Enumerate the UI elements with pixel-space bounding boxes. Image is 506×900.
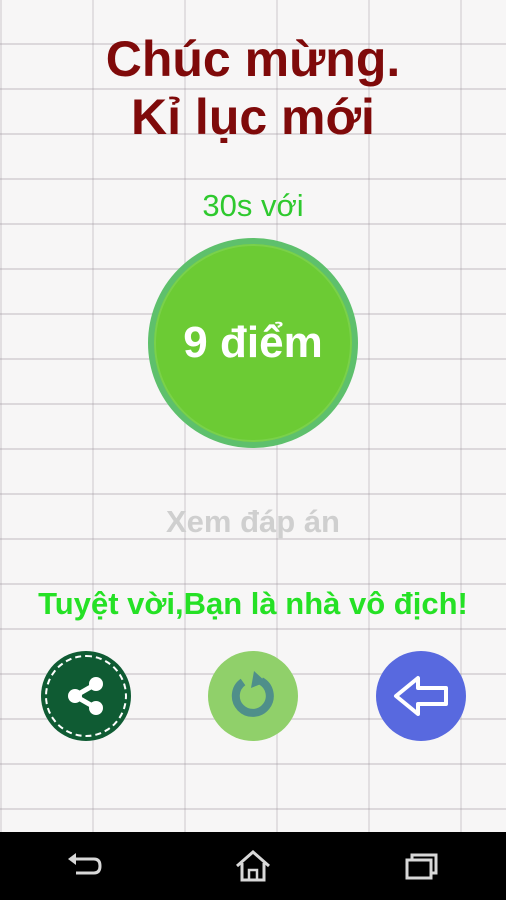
back-button[interactable] <box>376 651 466 741</box>
system-nav-bar <box>0 832 506 900</box>
page-title: Chúc mừng. Kỉ lục mới <box>0 30 506 146</box>
replay-icon <box>231 671 274 717</box>
replay-button[interactable] <box>208 651 298 741</box>
share-button[interactable] <box>41 651 131 741</box>
score-value: 9 điểm <box>183 318 323 367</box>
nav-home-icon <box>235 850 270 882</box>
congrats-message: Tuyệt vời,Bạn là nhà vô địch! <box>38 586 468 621</box>
nav-back-icon <box>68 853 102 875</box>
nav-recents-icon <box>405 853 438 880</box>
title-line-1: Chúc mừng. <box>105 31 401 87</box>
nav-home[interactable] <box>223 841 283 891</box>
time-label: 30s với <box>202 188 304 223</box>
title-line-2: Kỉ lục mới <box>131 89 375 145</box>
view-answers-link[interactable]: Xem đáp án <box>0 504 506 540</box>
nav-recents[interactable] <box>392 841 452 891</box>
back-arrow-icon <box>394 676 448 716</box>
score-circle: 9 điểm <box>148 238 358 448</box>
share-icon <box>68 677 103 715</box>
nav-back[interactable] <box>54 841 114 891</box>
